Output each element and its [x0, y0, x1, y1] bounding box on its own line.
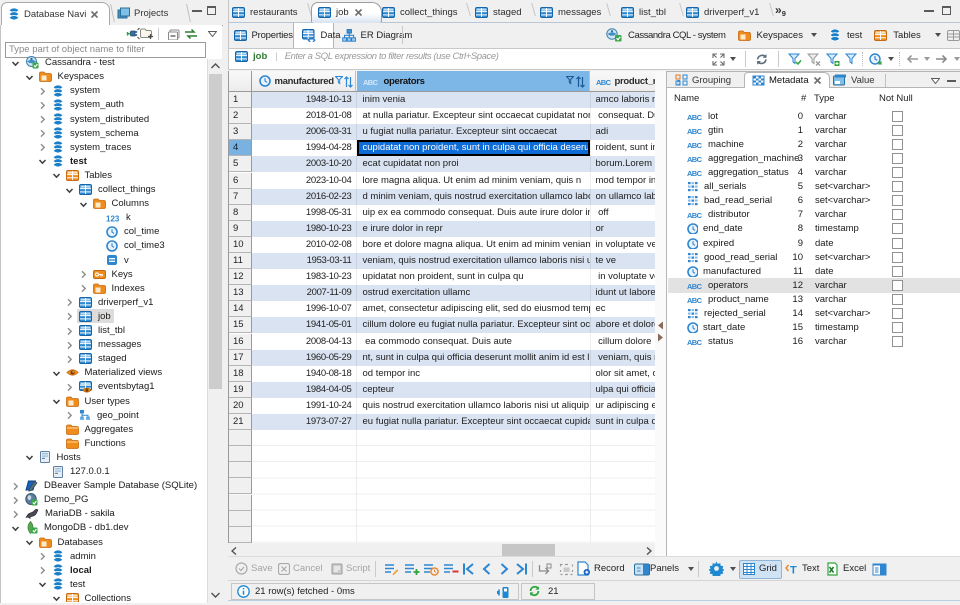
svg-text:ABC: ABC: [596, 78, 612, 86]
svg-text:123: 123: [106, 214, 120, 223]
svg-text:ABC: ABC: [687, 296, 703, 304]
svg-text:ABC: ABC: [687, 211, 703, 219]
svg-text:ABC: ABC: [687, 141, 703, 149]
svg-text:ABC: ABC: [687, 113, 703, 121]
svg-text:ABC: ABC: [687, 155, 703, 163]
svg-text:T: T: [790, 565, 797, 576]
svg-text:ABC: ABC: [687, 169, 703, 177]
svg-text:ABC: ABC: [363, 78, 379, 86]
svg-text:ABC: ABC: [687, 127, 703, 135]
svg-text:ABC: ABC: [687, 338, 703, 346]
svg-text:ABC: ABC: [687, 282, 703, 290]
